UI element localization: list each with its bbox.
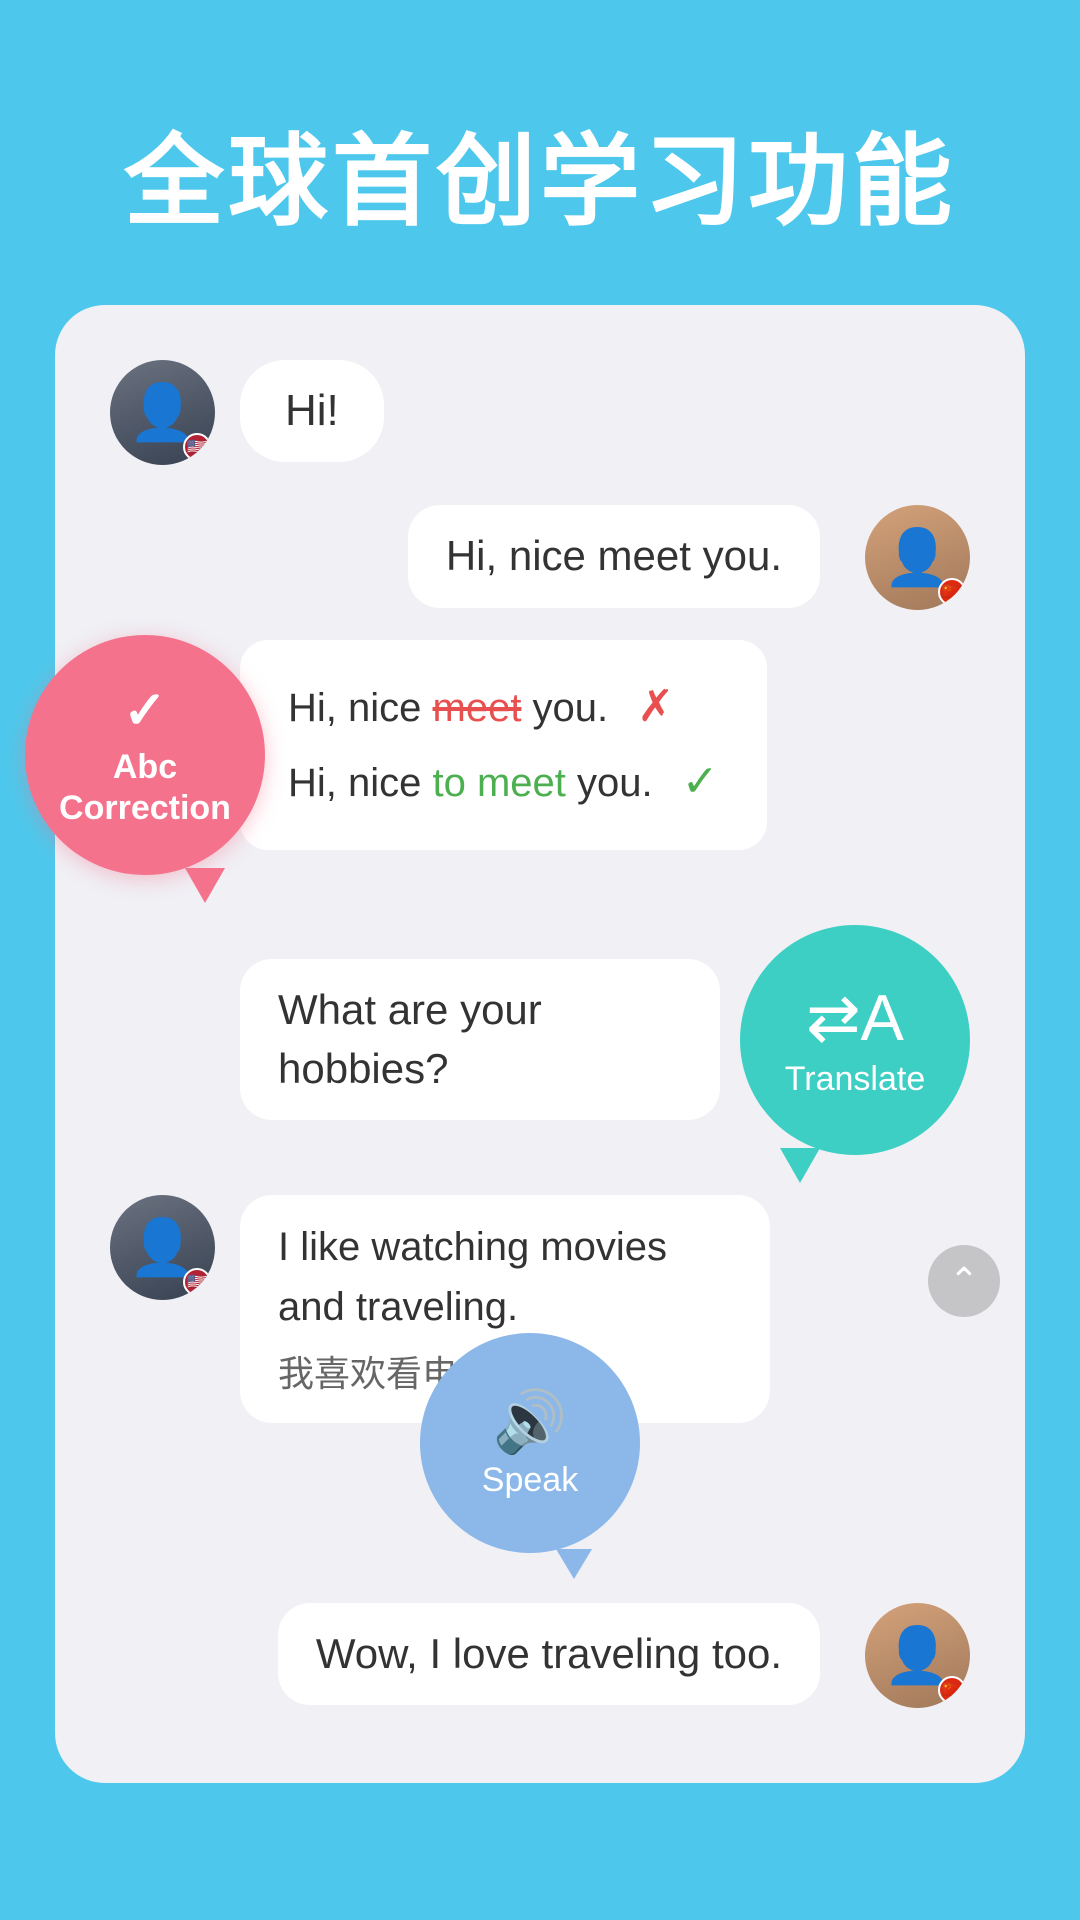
movies-line1: I like watching movies <box>278 1217 732 1277</box>
speak-bubble[interactable]: 🔊 Speak <box>420 1333 640 1553</box>
correction-correct-line: Hi, nice to meet you. ✓ <box>288 745 719 820</box>
avatar-female-1: 👤 🇨🇳 <box>865 505 970 610</box>
scroll-up-button[interactable]: ⌃ <box>928 1245 1000 1317</box>
avatar-male-3: 👤 🇺🇸 <box>110 1195 215 1300</box>
correction-wrong-line: Hi, nice meet you. ✗ <box>288 670 719 745</box>
avatar-male-1: 👤 🇺🇸 <box>110 360 215 465</box>
movies-line2: and traveling. <box>278 1277 732 1337</box>
correction-box: Hi, nice meet you. ✗ Hi, nice to meet yo… <box>240 640 767 850</box>
translate-bubble[interactable]: ⇄A Translate <box>740 925 970 1155</box>
translate-icon: ⇄A <box>806 980 904 1056</box>
response-row: 👤 🇺🇸 I like watching movies and travelin… <box>110 1195 970 1423</box>
avatar-female-2: 👤 🇨🇳 <box>865 1603 970 1708</box>
bubble-nice-meet: Hi, nice meet you. <box>408 505 820 608</box>
translate-label: Translate <box>785 1060 925 1099</box>
bubble-traveling: Wow, I love traveling too. <box>278 1603 820 1706</box>
last-message-row: 👤 🇨🇳 Wow, I love traveling too. <box>110 1603 970 1708</box>
flag-us-3: 🇺🇸 <box>183 1268 211 1296</box>
correction-check-icon: ✓ <box>123 681 167 741</box>
speak-icon: 🔊 <box>493 1386 568 1457</box>
check-icon: ✓ <box>682 757 719 806</box>
hobbies-row: What are your hobbies? ⇄A Translate <box>110 925 970 1155</box>
abc-correction-bubble[interactable]: ✓ Abc Correction <box>25 635 265 875</box>
speak-label: Speak <box>482 1461 578 1500</box>
wrong-word: meet <box>433 686 522 730</box>
message-row-hi: 👤 🇺🇸 Hi! <box>110 360 970 465</box>
correct-word: to meet <box>433 761 566 805</box>
message-row-nice-meet: 👤 🇨🇳 Hi, nice meet you. <box>310 505 970 610</box>
correction-label: Abc Correction <box>59 747 231 829</box>
bubble-hi: Hi! <box>240 360 384 462</box>
main-title: 全球首创学习功能 <box>0 100 1080 245</box>
chat-container: 👤 🇺🇸 Hi! ✓ Abc Correction 👤 🇨🇳 Hi, nice … <box>55 305 1025 1783</box>
flag-cn-1: 🇨🇳 <box>938 578 966 606</box>
bubble-hobbies: What are your hobbies? <box>240 959 720 1121</box>
x-icon: ✗ <box>637 682 674 731</box>
flag-cn-2: 🇨🇳 <box>938 1676 966 1704</box>
flag-us-1: 🇺🇸 <box>183 433 211 461</box>
header-section: 全球首创学习功能 <box>0 0 1080 305</box>
